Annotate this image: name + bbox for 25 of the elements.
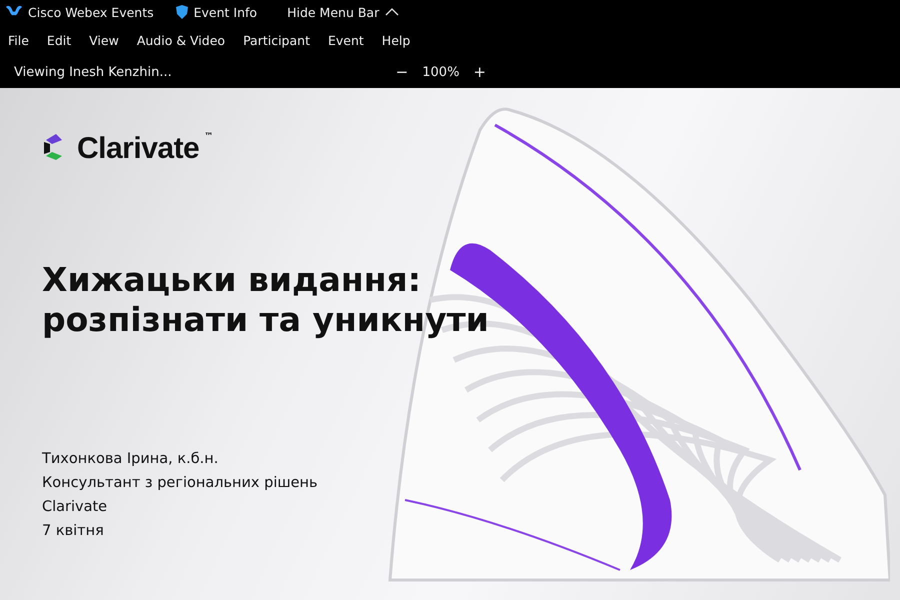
presenter-detail: Консультант з регіональних рішень <box>42 475 319 491</box>
presenter-detail: Clarivate <box>42 499 108 515</box>
shield-icon <box>176 5 188 19</box>
viewing-status: Viewing Inesh Kenzhin... <box>14 64 172 80</box>
menu-item[interactable]: Event <box>328 32 364 48</box>
logo-wordmark: Clarivate <box>77 132 200 166</box>
menu-item[interactable]: Edit <box>46 32 72 48</box>
trademark-sign: ™ <box>204 132 214 142</box>
webex-logo-icon <box>6 6 22 18</box>
presenter-detail: Тихонкова Ірина, к.б.н. <box>42 451 220 467</box>
event-info-button[interactable]: Event Info <box>176 4 258 20</box>
app-name[interactable]: Cisco Webex Events <box>6 4 154 20</box>
menu-item[interactable]: Audio & Video <box>136 32 226 48</box>
presenter-detail: 7 квітня <box>42 523 105 539</box>
menu-item[interactable]: Help <box>382 32 410 48</box>
zoom-in-button[interactable]: + <box>473 63 486 81</box>
zoom-out-button[interactable]: − <box>396 63 408 81</box>
hide-menu-bar-button[interactable]: Hide Menu Bar <box>287 4 400 20</box>
chevron-up-icon <box>385 8 400 16</box>
slide-title: Хижацьки видання: <box>42 260 422 300</box>
menu-item[interactable]: Participant <box>243 32 310 48</box>
menu-item[interactable]: View <box>89 32 119 48</box>
menu-item[interactable]: File <box>8 32 29 48</box>
slide-title: розпізнати та уникнути <box>42 300 490 340</box>
zoom-level: 100% <box>422 64 460 80</box>
